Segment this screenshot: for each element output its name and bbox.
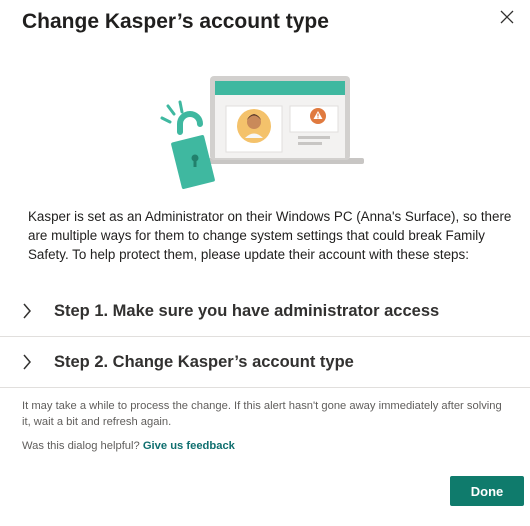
done-button[interactable]: Done <box>450 476 524 506</box>
close-icon <box>500 10 514 24</box>
chevron-right-icon <box>22 303 42 319</box>
feedback-link[interactable]: Give us feedback <box>143 440 235 452</box>
step-2-expander[interactable]: Step 2. Change Kasper’s account type <box>0 337 530 388</box>
dialog-title: Change Kasper’s account type <box>22 10 329 33</box>
chevron-right-icon <box>22 354 42 370</box>
steps-accordion: Step 1. Make sure you have administrator… <box>0 286 530 388</box>
processing-note: It may take a while to process the chang… <box>22 400 502 428</box>
laptop-lock-illustration <box>160 76 364 189</box>
close-button[interactable] <box>496 6 518 28</box>
dialog-description: Kasper is set as an Administrator on the… <box>28 209 512 262</box>
step-1-label: Step 1. Make sure you have administrator… <box>54 301 440 320</box>
step-1-expander[interactable]: Step 1. Make sure you have administrator… <box>0 286 530 337</box>
feedback-row: Was this dialog helpful? Give us feedbac… <box>22 440 235 452</box>
account-type-dialog: Change Kasper’s account type Kasper is s… <box>0 0 530 526</box>
feedback-prompt: Was this dialog helpful? <box>22 440 140 452</box>
step-2-label: Step 2. Change Kasper’s account type <box>54 352 354 371</box>
